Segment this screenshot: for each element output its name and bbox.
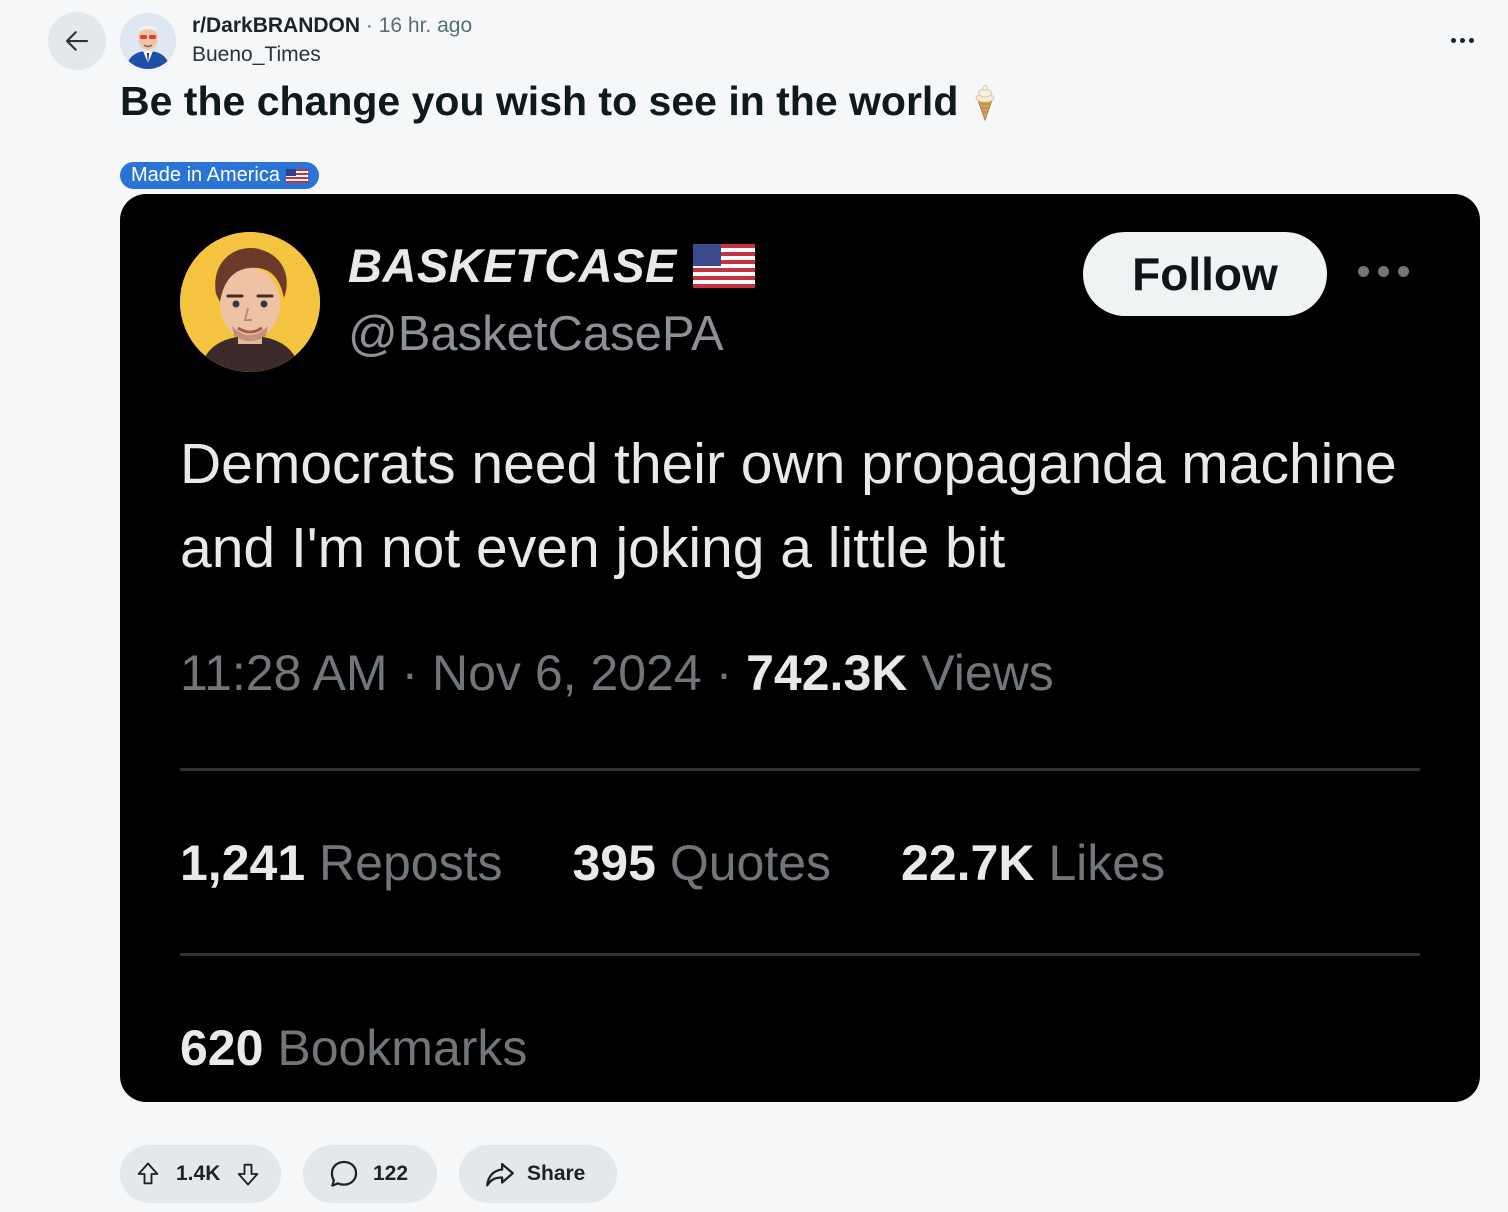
tweet-avatar xyxy=(180,232,320,372)
reposts-count: 1,241 xyxy=(180,835,306,891)
share-button[interactable]: Share xyxy=(459,1145,617,1203)
quotes-stat: 395 Quotes xyxy=(572,834,831,892)
meta-separator: · xyxy=(365,14,373,37)
tweet-display-name: BASKETCASE xyxy=(348,238,755,293)
share-arrow-icon xyxy=(486,1162,514,1187)
post-title: Be the change you wish to see in the wor… xyxy=(120,78,1000,125)
flair-label: Made in America xyxy=(131,164,280,186)
views-count: 742.3K xyxy=(746,645,908,701)
speech-bubble-icon xyxy=(330,1160,358,1187)
post-meta: r/DarkBRANDON · 16 hr. ago Bueno_Times xyxy=(192,13,472,68)
bookmarks-stat: 620 Bookmarks xyxy=(180,1019,527,1077)
ice-cream-icon xyxy=(975,84,995,122)
bookmarks-label: Bookmarks xyxy=(277,1020,528,1076)
likes-label: Likes xyxy=(1048,835,1166,891)
tweet-timestamp-row: 11:28 AM · Nov 6, 2024 · 742.3K Views xyxy=(180,644,1054,702)
post-time: 16 hr. ago xyxy=(378,14,473,37)
quotes-label: Quotes xyxy=(669,835,832,891)
downvote-arrow-icon xyxy=(238,1163,259,1186)
bookmarks-count: 620 xyxy=(180,1020,264,1076)
tweet-text: Democrats need their own propaganda mach… xyxy=(180,432,1397,580)
subreddit-link[interactable]: r/DarkBRANDON xyxy=(192,14,360,37)
follow-button[interactable]: Follow xyxy=(1083,232,1327,316)
likes-count: 22.7K xyxy=(901,835,1035,891)
tweet-stats-row: 1,241 Reposts 395 Quotes 22.7K Likes xyxy=(180,834,1165,892)
vote-count: 1.4K xyxy=(176,1162,221,1185)
likes-stat: 22.7K Likes xyxy=(901,834,1165,892)
meta-separator: · xyxy=(401,645,419,701)
tweet-image[interactable]: BASKETCASE @BasketCasePA Follow Democrat… xyxy=(120,194,1480,1102)
back-button[interactable] xyxy=(48,12,106,70)
downvote-button[interactable] xyxy=(234,1160,262,1188)
views-label: Views xyxy=(921,645,1054,701)
ellipsis-icon xyxy=(1358,266,1369,277)
author-link[interactable]: Bueno_Times xyxy=(192,42,472,68)
tweet-display-name-text: BASKETCASE xyxy=(348,239,677,292)
post-flair[interactable]: Made in America xyxy=(120,162,319,189)
tweet-handle: @BasketCasePA xyxy=(348,307,724,361)
subreddit-avatar[interactable] xyxy=(120,13,176,69)
comments-count: 122 xyxy=(373,1162,409,1185)
reposts-stat: 1,241 Reposts xyxy=(180,834,502,892)
divider xyxy=(180,768,1420,771)
tweet-date: Nov 6, 2024 xyxy=(432,645,702,701)
upvote-button[interactable] xyxy=(134,1160,162,1188)
tweet-options-button[interactable] xyxy=(1358,266,1409,277)
arrow-left-icon xyxy=(65,31,89,51)
reposts-label: Reposts xyxy=(319,835,503,891)
us-flag-icon xyxy=(692,243,755,288)
post-options-button[interactable] xyxy=(1444,26,1480,54)
comments-button[interactable]: 122 xyxy=(303,1145,437,1203)
post-title-text: Be the change you wish to see in the wor… xyxy=(120,78,959,124)
us-flag-icon xyxy=(285,168,308,183)
post-action-bar: 1.4K 122 Share xyxy=(120,1145,617,1203)
quotes-count: 395 xyxy=(572,835,656,891)
meta-separator: · xyxy=(715,645,733,701)
divider xyxy=(180,953,1420,956)
tweet-time: 11:28 AM xyxy=(180,645,388,701)
vote-pill: 1.4K xyxy=(120,1145,281,1203)
upvote-arrow-icon xyxy=(137,1162,159,1185)
ellipsis-icon xyxy=(1450,37,1456,43)
share-label: Share xyxy=(527,1162,586,1185)
